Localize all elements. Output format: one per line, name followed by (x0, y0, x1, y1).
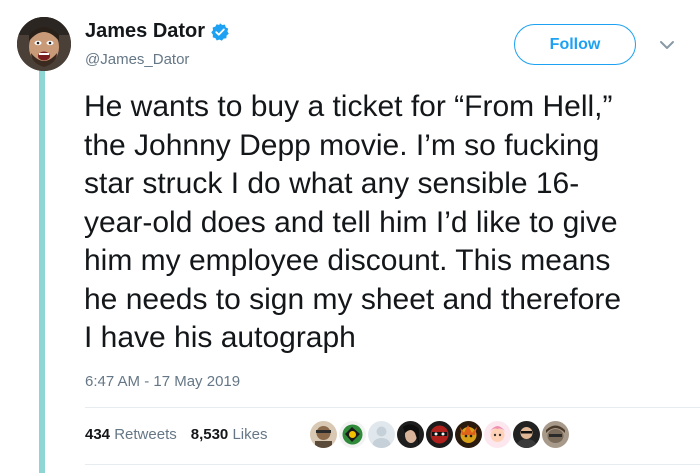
liker-avatar-3-icon (368, 421, 395, 448)
verified-badge-icon (210, 22, 230, 42)
thread-line (39, 70, 45, 473)
liker-avatar-8[interactable] (513, 421, 540, 448)
liker-avatar-9[interactable] (542, 421, 569, 448)
chevron-down-icon[interactable] (658, 36, 676, 54)
retweets-label: Retweets (114, 426, 177, 443)
liker-avatar-5[interactable] (426, 421, 453, 448)
author-handle[interactable]: @James_Dator (85, 51, 189, 68)
divider (85, 464, 700, 465)
retweets-count: 434 (85, 426, 111, 443)
liker-avatar-7-icon (484, 421, 511, 448)
liker-avatar-4-icon (397, 421, 424, 448)
liker-avatar-5-icon (426, 421, 453, 448)
liker-avatar-4[interactable] (397, 421, 424, 448)
tweet-text-line: He wants to buy a ticket for “From Hell,… (84, 90, 613, 123)
liker-avatar-6[interactable] (455, 421, 482, 448)
likers-avatars (310, 421, 569, 448)
tweet-text-line: him my employee discount. This means (84, 244, 611, 277)
tweet-text: He wants to buy a ticket for “From Hell,… (84, 88, 684, 358)
divider (85, 407, 700, 408)
tweet-text-line: I have his autograph (84, 321, 356, 354)
tweet-text-line: he needs to sign my sheet and therefore (84, 282, 622, 316)
tweet-timestamp[interactable]: 6:47 AM - 17 May 2019 (85, 373, 240, 390)
author-avatar[interactable] (17, 17, 71, 71)
liker-avatar-3[interactable] (368, 421, 395, 448)
likes-label: Likes (232, 426, 268, 443)
liker-avatar-9-icon (542, 421, 569, 448)
likes-count: 8,530 (190, 426, 229, 443)
user-avatar-icon (17, 17, 71, 71)
liker-avatar-2[interactable] (339, 421, 366, 448)
liker-avatar-7[interactable] (484, 421, 511, 448)
tweet-text-line: year-old does and tell him I’d like to g… (84, 205, 618, 239)
tweet-text-line: the Johnny Depp movie. I’m so fucking (84, 128, 600, 162)
author-display-name-row[interactable]: James Dator (85, 20, 230, 43)
liker-avatar-6-icon (455, 421, 482, 448)
liker-avatar-1-icon (310, 421, 337, 448)
liker-avatar-1[interactable] (310, 421, 337, 448)
liker-avatar-8-icon (513, 421, 540, 448)
likes-stat[interactable]: 8,530 Likes (191, 426, 268, 443)
follow-button[interactable]: Follow (514, 24, 636, 65)
tweet-text-line: star struck I do what any sensible 16- (84, 167, 580, 200)
liker-avatar-2-icon (339, 421, 366, 448)
retweets-stat[interactable]: 434 Retweets (85, 426, 177, 443)
tweet-stats: 434 Retweets 8,530 Likes (85, 426, 267, 443)
author-display-name[interactable]: James Dator (85, 20, 205, 43)
